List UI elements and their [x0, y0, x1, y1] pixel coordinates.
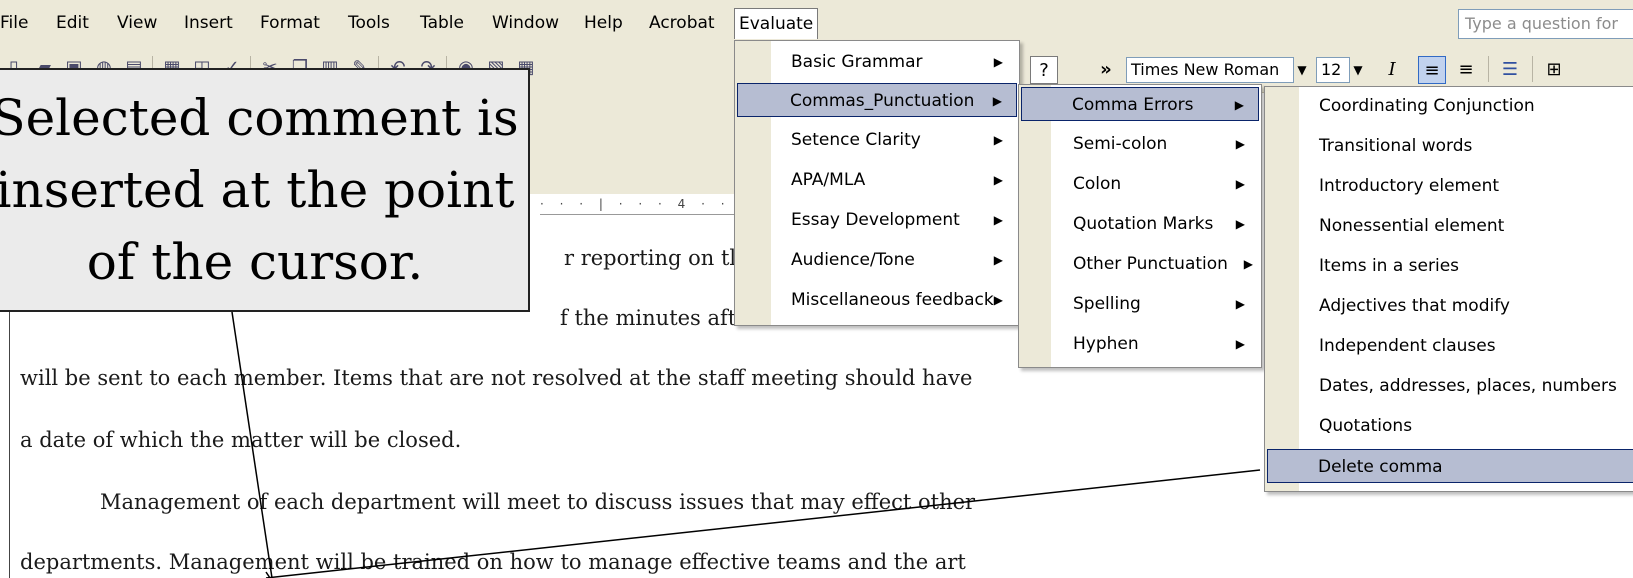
delete-comma-pointer-line	[265, 469, 1261, 578]
callout-pointer-lines	[231, 311, 1261, 578]
callout-pointer-line	[231, 311, 273, 578]
